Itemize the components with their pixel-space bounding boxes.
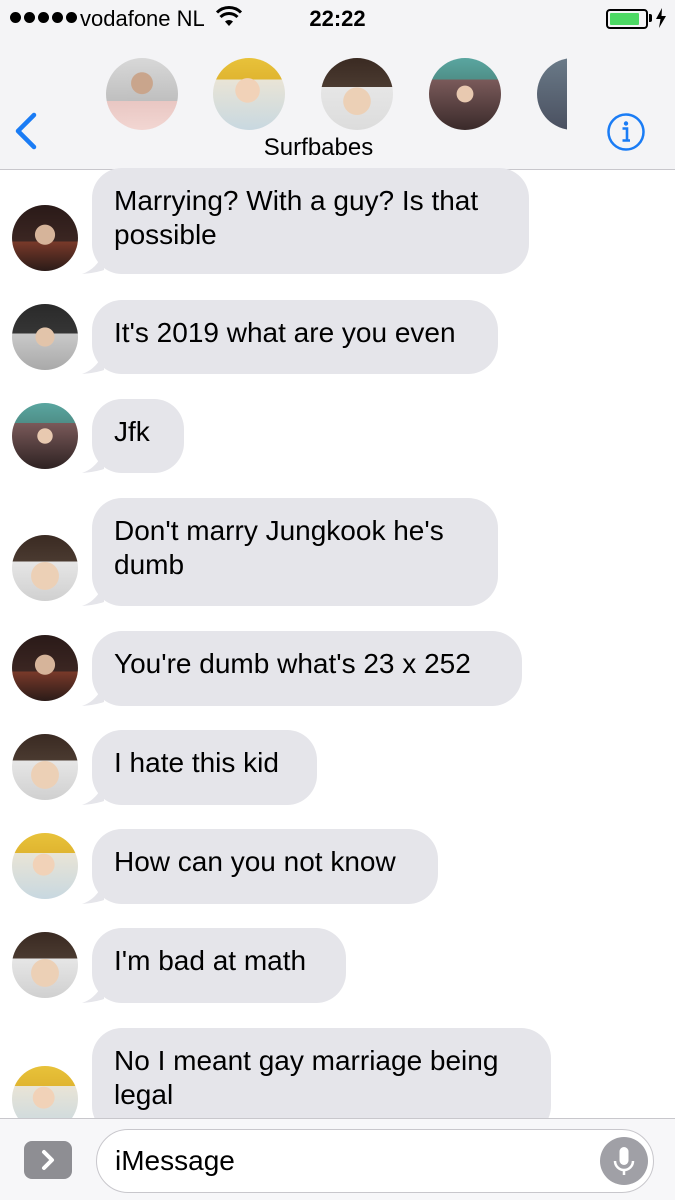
app-drawer-button[interactable] <box>24 1141 72 1179</box>
microphone-button[interactable] <box>600 1137 648 1185</box>
sender-avatar[interactable] <box>12 932 78 998</box>
message-bubble[interactable]: I hate this kid <box>92 730 317 805</box>
message-text: You're dumb what's 23 x 252 <box>114 648 471 679</box>
message-bubble[interactable]: You're dumb what's 23 x 252 <box>92 631 522 706</box>
status-bar: vodafone NL 22:22 <box>0 0 675 38</box>
message-input-placeholder: iMessage <box>115 1145 235 1176</box>
participant-avatar[interactable] <box>429 58 501 130</box>
participant-avatar[interactable] <box>106 58 178 130</box>
sender-avatar[interactable] <box>12 535 78 601</box>
compose-bar: iMessage <box>0 1118 675 1200</box>
clock: 22:22 <box>309 6 366 31</box>
message-bubble[interactable]: Marrying? With a guy? Is that possible <box>92 168 529 274</box>
participant-avatar[interactable] <box>321 58 393 130</box>
message-text: Marrying? With a guy? Is that <box>114 185 479 216</box>
participant-avatar[interactable] <box>537 58 567 130</box>
message-text: possible <box>114 219 217 250</box>
message-bubble[interactable]: It's 2019 what are you even <box>92 300 498 374</box>
message-bubble[interactable]: I'm bad at math <box>92 928 346 1003</box>
message-text: dumb <box>114 549 185 580</box>
message-text: How can you not know <box>114 846 396 877</box>
message-text: legal <box>114 1079 174 1110</box>
message-bubble[interactable]: How can you not know <box>92 829 438 904</box>
sender-avatar[interactable] <box>12 833 78 899</box>
message-text: I hate this kid <box>114 747 279 778</box>
sender-avatar[interactable] <box>12 403 78 469</box>
message-bubble[interactable]: Don't marry Jungkook he's dumb <box>92 498 498 606</box>
participant-avatar[interactable] <box>213 58 285 130</box>
message-text: No I meant gay marriage being <box>114 1045 499 1076</box>
message-text: Don't marry Jungkook he's <box>114 515 444 546</box>
sender-avatar[interactable] <box>12 205 78 271</box>
message-text: I'm bad at math <box>114 945 307 976</box>
battery-icon <box>606 9 648 29</box>
group-name[interactable]: Surfbabes <box>0 134 637 162</box>
message-text: It's 2019 what are you even <box>114 317 456 348</box>
charging-bolt-icon <box>656 8 666 28</box>
message-bubble[interactable]: Jfk <box>92 399 184 473</box>
message-text: Jfk <box>114 416 150 447</box>
conversation-header: Surfbabes <box>0 38 675 170</box>
info-icon[interactable] <box>606 112 646 152</box>
sender-avatar[interactable] <box>12 635 78 701</box>
sender-avatar[interactable] <box>12 734 78 800</box>
message-input[interactable]: iMessage <box>96 1129 654 1193</box>
battery-tip <box>649 14 652 22</box>
app-drawer-icon <box>42 1150 54 1170</box>
microphone-icon <box>613 1147 635 1175</box>
sender-avatar[interactable] <box>12 304 78 370</box>
